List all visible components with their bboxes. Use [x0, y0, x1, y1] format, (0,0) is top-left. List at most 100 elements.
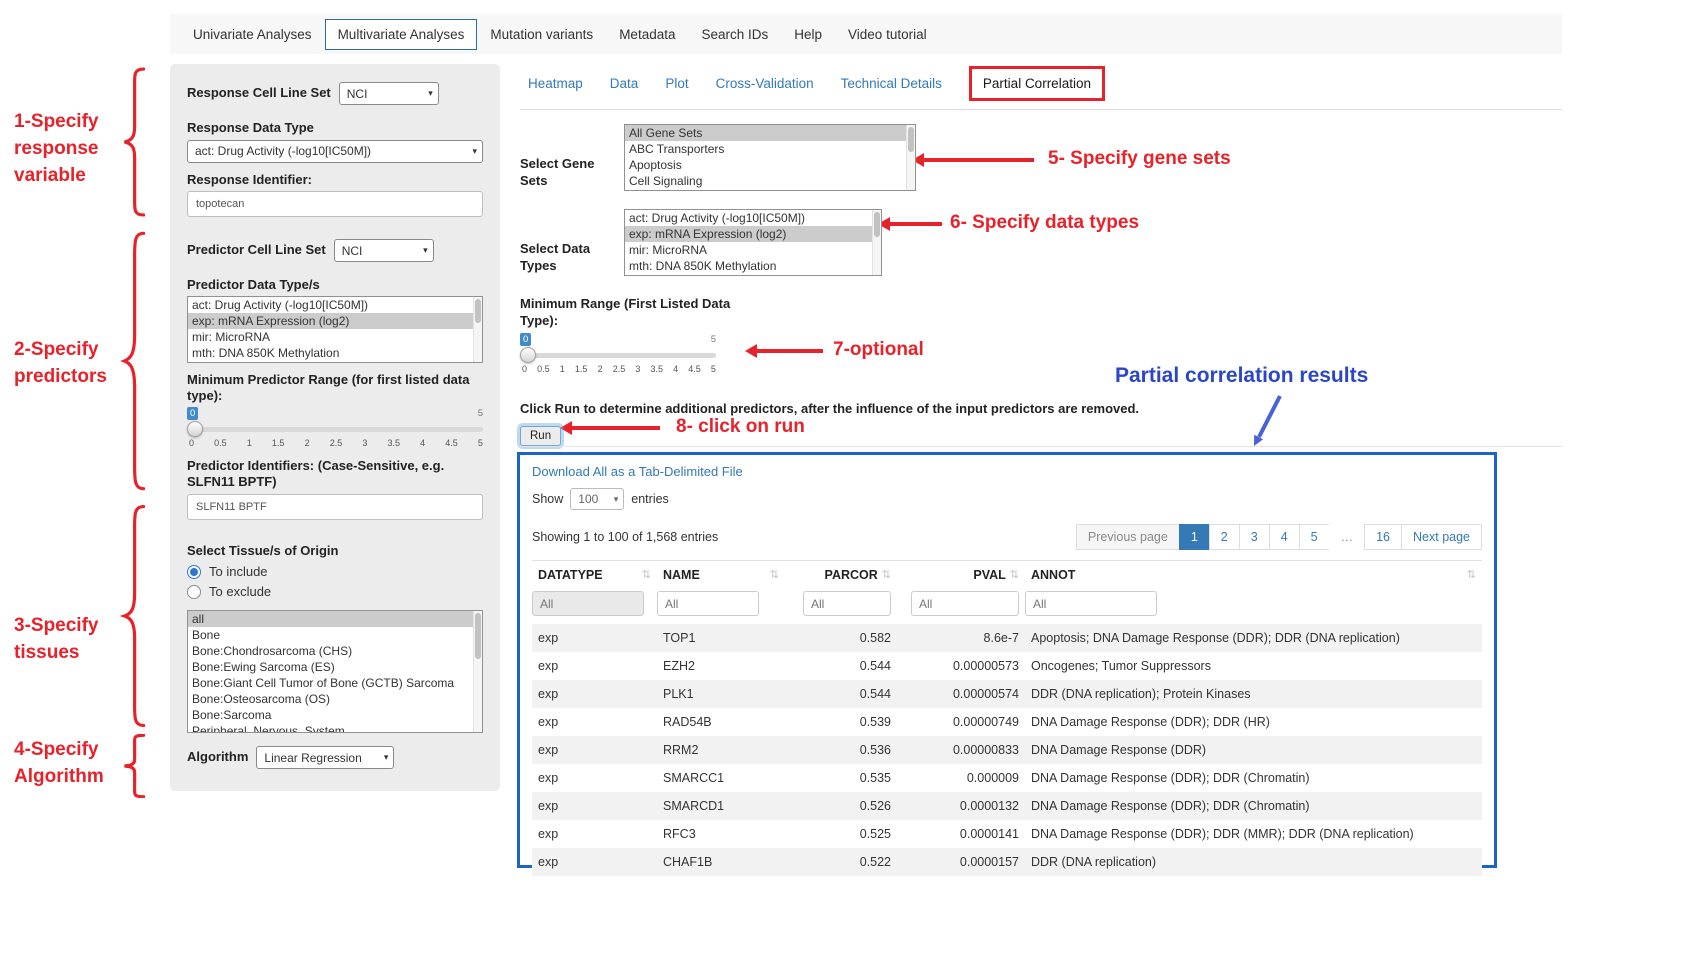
column-filter-input[interactable] [657, 591, 759, 616]
sort-icon[interactable]: ⇅ [642, 568, 651, 581]
listbox-option[interactable]: act: Drug Activity (-log10[IC50M]) [188, 297, 482, 313]
column-filter-input[interactable] [532, 591, 644, 616]
scrollbar-thumb[interactable] [475, 613, 481, 659]
column-filter-input[interactable] [1025, 591, 1157, 616]
listbox-option[interactable]: exp: mRNA Expression (log2) [188, 313, 482, 329]
radio-icon[interactable] [187, 585, 201, 599]
column-header[interactable]: ⇅ NAME [657, 561, 785, 590]
listbox-option[interactable]: mth: DNA 850K Methylation [188, 345, 482, 361]
listbox-option[interactable]: All Gene Sets [625, 125, 915, 141]
slider-tick-label: 3.5 [387, 438, 400, 448]
algorithm-select[interactable]: Linear Regression ▾ [256, 746, 394, 769]
listbox-option[interactable]: ABC Transporters [625, 141, 915, 157]
predictor-cell-line-set-select[interactable]: NCI ▾ [334, 239, 434, 262]
slider-handle[interactable] [520, 347, 536, 363]
scrollbar-thumb[interactable] [908, 127, 914, 152]
cell-pval: 0.00000833 [897, 736, 1025, 764]
tissue-radio-option[interactable]: To include [187, 564, 483, 579]
run-button[interactable]: Run [520, 426, 561, 446]
sort-icon[interactable]: ⇅ [1010, 568, 1019, 581]
sort-icon[interactable]: ⇅ [882, 568, 891, 581]
scrollbar-thumb[interactable] [475, 299, 481, 324]
sort-icon[interactable]: ⇅ [1467, 568, 1476, 581]
slider-value-badge: 0 [520, 333, 531, 346]
chevron-down-icon: ▾ [384, 752, 389, 763]
scrollbar-thumb[interactable] [874, 212, 880, 237]
column-header[interactable]: ⇅ PVAL [897, 561, 1025, 590]
sort-icon[interactable]: ⇅ [770, 568, 779, 581]
pagination-button[interactable]: 4 [1269, 524, 1300, 550]
scrollbar[interactable] [872, 210, 881, 275]
cell-pval: 0.0000141 [897, 820, 1025, 848]
pagination-button[interactable]: … [1329, 524, 1366, 550]
listbox-option[interactable]: Cell Signaling [625, 173, 915, 189]
column-header-label: PARCOR [825, 568, 878, 582]
nav-tab[interactable]: Mutation variants [477, 19, 606, 50]
pagination-button[interactable]: 5 [1299, 524, 1330, 550]
pagination-button[interactable]: Previous page [1076, 524, 1180, 550]
listbox-option[interactable]: mir: MicroRNA [188, 329, 482, 345]
slider-tick-label: 1.5 [272, 438, 285, 448]
slider-handle[interactable] [187, 421, 203, 437]
tissue-radio-option[interactable]: To exclude [187, 584, 483, 599]
listbox-option[interactable]: Apoptosis [625, 157, 915, 173]
scrollbar[interactable] [473, 297, 482, 362]
column-header[interactable]: ⇅ PARCOR [785, 561, 897, 590]
column-filter-input[interactable] [911, 591, 1019, 616]
pagination-button[interactable]: 1 [1179, 524, 1210, 550]
slider-tick-label: 1 [560, 364, 565, 374]
cell-annot: DNA Damage Response (DDR); DDR (Chromati… [1025, 764, 1482, 792]
result-tab[interactable]: Plot [665, 76, 688, 91]
nav-tab[interactable]: Video tutorial [835, 19, 940, 50]
nav-tab[interactable]: Multivariate Analyses [325, 19, 478, 50]
response-data-type-select[interactable]: act: Drug Activity (-log10[IC50M]) ▾ [187, 140, 483, 163]
page-size-select[interactable]: 100 ▾ [570, 488, 624, 510]
cell-parcor: 0.544 [785, 680, 897, 708]
result-tab[interactable]: Partial Correlation [969, 66, 1105, 101]
listbox-option[interactable]: all [188, 611, 482, 627]
pagination-button[interactable]: 3 [1239, 524, 1270, 550]
scrollbar[interactable] [906, 125, 915, 190]
column-header-label: DATATYPE [538, 568, 603, 582]
listbox-option[interactable]: Bone:Sarcoma [188, 707, 482, 723]
listbox-option[interactable]: Bone:Giant Cell Tumor of Bone (GCTB) Sar… [188, 675, 482, 691]
listbox-option[interactable]: Peripheral_Nervous_System [188, 723, 482, 733]
table-row: exp RAD54B 0.539 0.00000749 DNA Damage R… [532, 708, 1482, 736]
slider-track[interactable] [187, 427, 483, 432]
listbox-option[interactable]: exp: mRNA Expression (log2) [625, 226, 881, 242]
radio-label: To include [209, 564, 268, 579]
pagination-button[interactable]: 16 [1364, 524, 1402, 550]
cell-pval: 0.00000573 [897, 652, 1025, 680]
slider-tick-label: 3 [362, 438, 367, 448]
column-header[interactable]: ⇅ ANNOT [1025, 561, 1482, 590]
predictor-identifiers-input[interactable] [187, 494, 483, 520]
predictor-cell-line-set-label: Predictor Cell Line Set [187, 242, 326, 259]
response-identifier-input[interactable] [187, 191, 483, 217]
result-tab[interactable]: Heatmap [528, 76, 583, 91]
listbox-option[interactable]: Bone:Ewing Sarcoma (ES) [188, 659, 482, 675]
response-cell-line-set-select[interactable]: NCI ▾ [339, 82, 439, 105]
listbox-option[interactable]: act: Drug Activity (-log10[IC50M]) [625, 210, 881, 226]
listbox-option[interactable]: mth: DNA 850K Methylation [625, 258, 881, 274]
nav-tab[interactable]: Metadata [606, 19, 688, 50]
pagination-button[interactable]: 2 [1209, 524, 1240, 550]
result-tab[interactable]: Technical Details [841, 76, 942, 91]
listbox-option[interactable]: mir: MicroRNA [625, 242, 881, 258]
nav-tab[interactable]: Univariate Analyses [180, 19, 325, 50]
column-header[interactable]: ⇅ DATATYPE [532, 561, 657, 590]
pagination-button[interactable]: Next page [1401, 524, 1482, 550]
column-filter-input[interactable] [803, 591, 891, 616]
listbox-option[interactable]: Bone:Chondrosarcoma (CHS) [188, 643, 482, 659]
slider-tick-label: 4.5 [688, 364, 701, 374]
listbox-option[interactable]: Bone [188, 627, 482, 643]
radio-icon[interactable] [187, 565, 201, 579]
result-tab[interactable]: Cross-Validation [716, 76, 814, 91]
slider-track[interactable] [520, 353, 716, 358]
listbox-option[interactable]: Bone:Osteosarcoma (OS) [188, 691, 482, 707]
scrollbar[interactable] [473, 611, 482, 732]
download-link[interactable]: Download All as a Tab-Delimited File [532, 464, 743, 479]
cell-annot: DDR (DNA replication); Protein Kinases [1025, 680, 1482, 708]
nav-tab[interactable]: Search IDs [688, 19, 781, 50]
result-tab[interactable]: Data [610, 76, 639, 91]
nav-tab[interactable]: Help [781, 19, 835, 50]
